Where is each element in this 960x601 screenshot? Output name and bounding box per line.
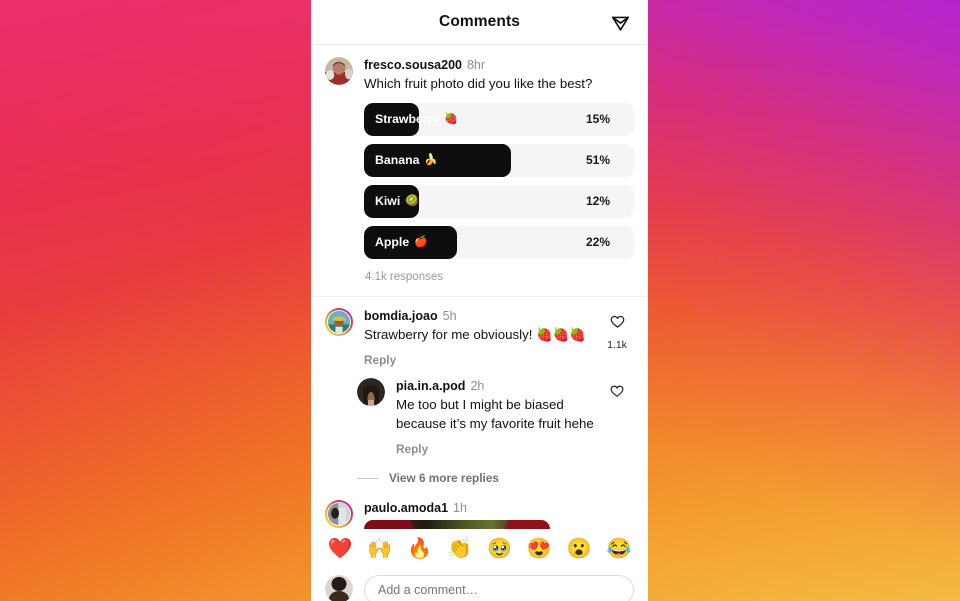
reply-time: 2h — [470, 379, 485, 393]
red-heart-emoji[interactable]: ❤️ — [327, 539, 352, 559]
poll-question: Which fruit photo did you like the best? — [364, 76, 593, 91]
reply-like-area — [600, 378, 634, 458]
comments-scroll-area[interactable]: fresco.sousa200 8hr Which fruit photo did… — [311, 46, 648, 601]
poll-post-meta: fresco.sousa200 8hr — [364, 57, 630, 73]
poll-option-banana[interactable]: Banana 🍌 51% — [364, 143, 634, 177]
poll-option-text: Strawberry — [375, 112, 440, 126]
comment-username[interactable]: bomdia.joao — [364, 309, 438, 323]
avatar-bomdia-joao[interactable] — [325, 307, 353, 336]
comment-like-area: 1.1k — [600, 308, 634, 370]
poll-post-body: fresco.sousa200 8hr Which fruit photo did… — [364, 57, 634, 94]
reply-button[interactable]: Reply — [364, 353, 396, 367]
clapping-hands-emoji[interactable]: 👏 — [447, 539, 472, 559]
background-gradient-left — [0, 0, 330, 601]
heart-outline-icon[interactable] — [609, 314, 626, 336]
banana-emoji: 🍌 — [424, 153, 439, 166]
poll-option-text: Apple — [375, 235, 410, 249]
heart-eyes-emoji[interactable]: 😍 — [527, 539, 552, 559]
poll-option-strawberry[interactable]: Strawberry 🍓 15% — [364, 102, 634, 136]
reply-username[interactable]: pia.in.a.pod — [396, 379, 465, 393]
comment-text: Strawberry for me obviously! 🍓🍓🍓 — [364, 326, 586, 342]
phone-screen: Comments fresco.sousa200 8hr Which fruit… — [311, 0, 648, 601]
reply-body: pia.in.a.pod 2h Me too but I might be bia… — [396, 378, 600, 458]
comment-bomdia-joao: bomdia.joao 5h Strawberry for me obviousl… — [311, 297, 648, 370]
apple-emoji: 🍎 — [414, 235, 428, 248]
reply-meta: pia.in.a.pod 2h — [396, 378, 596, 394]
avatar-image — [325, 57, 353, 85]
avatar-image — [328, 310, 350, 333]
comment-input[interactable] — [364, 575, 634, 601]
poll-options-list: Strawberry 🍓 15% Banana 🍌 51% Kiwi 🥝 12%… — [364, 94, 634, 259]
poll-label-strawberry: Strawberry 🍓 — [364, 112, 458, 126]
last-comment-time: 1h — [453, 501, 467, 515]
avatar-fresco-sousa200[interactable] — [325, 57, 353, 85]
comment-body: bomdia.joao 5h Strawberry for me obviousl… — [364, 308, 600, 370]
reply-text: Me too but I might be biased because it’… — [396, 397, 594, 431]
avatar-image — [357, 378, 385, 406]
avatar-inner — [327, 502, 351, 526]
poll-label-apple: Apple 🍎 — [364, 235, 428, 249]
poll-option-apple[interactable]: Apple 🍎 22% — [364, 225, 634, 259]
kiwi-emoji: 🥝 — [405, 194, 419, 207]
comment-pia-in-a-pod: pia.in.a.pod 2h Me too but I might be bia… — [311, 369, 648, 458]
poll-post-username[interactable]: fresco.sousa200 — [364, 58, 462, 72]
more-replies-label: View 6 more replies — [389, 471, 499, 485]
poll-option-text: Banana — [375, 153, 420, 167]
send-icon[interactable] — [608, 10, 632, 34]
reply-button[interactable]: Reply — [396, 442, 428, 456]
avatar-pia-in-a-pod[interactable] — [357, 378, 385, 406]
avatar-image — [325, 575, 353, 601]
fire-emoji[interactable]: 🔥 — [407, 539, 432, 559]
last-comment-username[interactable]: paulo.amoda1 — [364, 501, 448, 515]
avatar-inner — [327, 309, 351, 334]
poll-wrapper: Strawberry 🍓 15% Banana 🍌 51% Kiwi 🥝 12%… — [311, 94, 648, 296]
poll-percent-banana: 51% — [585, 153, 610, 167]
page-title: Comments — [439, 13, 520, 30]
poll-percent-apple: 22% — [585, 235, 610, 249]
poll-post: fresco.sousa200 8hr Which fruit photo did… — [311, 46, 648, 94]
poll-post-time: 8hr — [466, 58, 486, 72]
comment-meta: bomdia.joao 5h — [364, 308, 596, 324]
view-more-replies-button[interactable]: View 6 more replies — [311, 458, 648, 489]
comment-composer — [311, 569, 648, 601]
last-comment-meta: paulo.amoda1 1h — [364, 500, 630, 516]
emoji-reaction-bar: ❤️ 🙌 🔥 👏 🥹 😍 😮 😂 — [311, 529, 648, 569]
comments-header: Comments — [311, 0, 648, 45]
strawberry-emoji: 🍓 — [444, 112, 458, 125]
poll-option-text: Kiwi — [375, 194, 401, 208]
avatar-paulo-amoda1[interactable] — [325, 500, 353, 528]
holding-back-tears-emoji[interactable]: 🥹 — [487, 539, 512, 559]
raising-hands-emoji[interactable]: 🙌 — [367, 539, 392, 559]
poll-percent-kiwi: 12% — [585, 194, 610, 208]
poll-percent-strawberry: 15% — [585, 112, 610, 126]
poll-option-kiwi[interactable]: Kiwi 🥝 12% — [364, 184, 634, 218]
more-replies-line — [357, 477, 378, 479]
heart-outline-icon[interactable] — [609, 384, 625, 405]
surprised-face-emoji[interactable]: 😮 — [567, 539, 592, 559]
tears-of-joy-emoji[interactable]: 😂 — [607, 539, 632, 559]
poll-responses-count: 4.1k responses — [365, 270, 443, 283]
poll-label-banana: Banana 🍌 — [364, 153, 438, 167]
poll-label-kiwi: Kiwi 🥝 — [364, 194, 419, 208]
avatar-current-user[interactable] — [325, 575, 353, 601]
avatar-image — [328, 503, 350, 525]
comment-time: 5h — [442, 308, 457, 323]
like-count: 1.1k — [607, 338, 627, 351]
